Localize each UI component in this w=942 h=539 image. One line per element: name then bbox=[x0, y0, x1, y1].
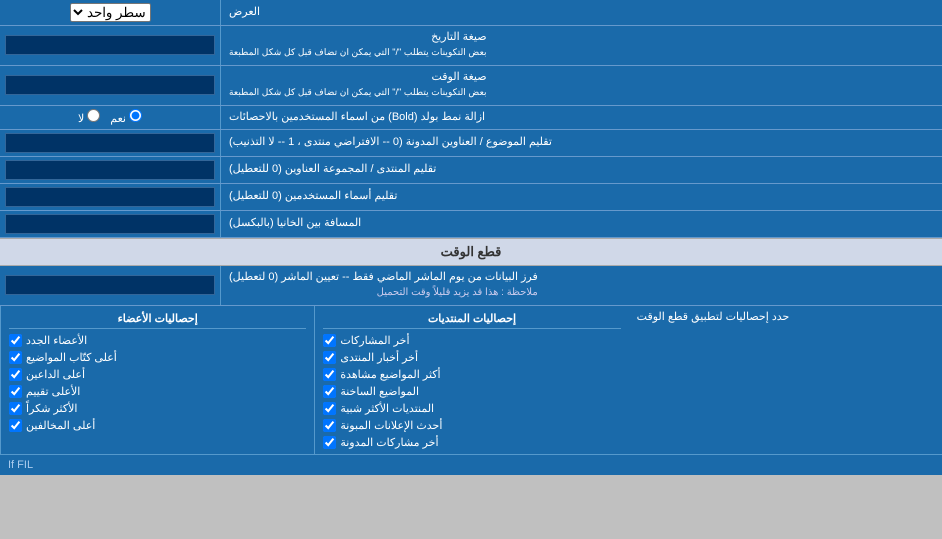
checkbox-latest-announcements[interactable] bbox=[323, 419, 336, 432]
spacing-label: المسافة بين الخانيا (بالبكسل) bbox=[220, 211, 942, 237]
checkbox-top-violations: أعلى المخالفين bbox=[9, 417, 306, 434]
row-users: تقليم أسماء المستخدمين (0 للتعطيل) 0 bbox=[0, 184, 942, 211]
member-stats-col: إحصاليات الأعضاء الأعضاء الجدد أعلى كتّا… bbox=[0, 306, 314, 454]
time-format-input[interactable]: H:i bbox=[5, 75, 215, 95]
topics-input[interactable]: 33 bbox=[5, 133, 215, 153]
cutoff-input[interactable]: 0 bbox=[5, 275, 215, 295]
display-label: العرض bbox=[220, 0, 942, 25]
checkbox-item-6: أحدث الإعلانات المبونة bbox=[323, 417, 620, 434]
forum-stats-header: إحصاليات المنتديات bbox=[323, 309, 620, 329]
checkbox-item-3: أكثر المواضيع مشاهدة bbox=[323, 366, 620, 383]
cutoff-label: فرز البيانات من يوم الماشر الماضي فقط --… bbox=[220, 266, 942, 305]
checkbox-top-writers: أعلى كتّاب المواضيع bbox=[9, 349, 306, 366]
forum-input-cell: 33 bbox=[0, 157, 220, 183]
checkbox-blog-posts[interactable] bbox=[323, 436, 336, 449]
cutoff-input-cell: 0 bbox=[0, 266, 220, 305]
row-cutoff: فرز البيانات من يوم الماشر الماضي فقط --… bbox=[0, 266, 942, 306]
checkbox-hot-topics[interactable] bbox=[323, 385, 336, 398]
member-stats-header: إحصاليات الأعضاء bbox=[9, 309, 306, 329]
checkbox-item-5: المنتديات الأكثر شبية bbox=[323, 400, 620, 417]
bold-radio-cell: نعم لا bbox=[0, 106, 220, 129]
checkbox-popular-forums[interactable] bbox=[323, 402, 336, 415]
forum-input[interactable]: 33 bbox=[5, 160, 215, 180]
footer: If FIL bbox=[0, 455, 942, 475]
spacing-input-cell: 2 bbox=[0, 211, 220, 237]
row-time-format: صيغة الوقتبعض التكوينات يتطلب "/" التي ي… bbox=[0, 66, 942, 106]
checkbox-top-writers-cb[interactable] bbox=[9, 351, 22, 364]
cutoff-section-header: قطع الوقت bbox=[0, 238, 942, 266]
time-format-input-cell: H:i bbox=[0, 66, 220, 105]
checkbox-new-members: الأعضاء الجدد bbox=[9, 332, 306, 349]
bold-radio-yes-label: نعم bbox=[110, 109, 142, 125]
row-date-format: صيغة التاريخبعض التكوينات يتطلب "/" التي… bbox=[0, 26, 942, 66]
users-input-cell: 0 bbox=[0, 184, 220, 210]
checkbox-most-viewed[interactable] bbox=[323, 368, 336, 381]
checkbox-item-2: أخر أخبار المنتدى bbox=[323, 349, 620, 366]
display-input-cell: سطر واحد bbox=[0, 0, 220, 25]
row-display: العرض سطر واحد bbox=[0, 0, 942, 26]
main-container: العرض سطر واحد صيغة التاريخبعض التكوينات… bbox=[0, 0, 942, 475]
date-format-input-cell: d-m bbox=[0, 26, 220, 65]
forum-stats-col: إحصاليات المنتديات أخر المشاركات أخر أخب… bbox=[314, 306, 628, 454]
row-bold: ازالة نمط بولد (Bold) من اسماء المستخدمي… bbox=[0, 106, 942, 130]
row-spacing: المسافة بين الخانيا (بالبكسل) 2 bbox=[0, 211, 942, 238]
checkbox-top-violations-cb[interactable] bbox=[9, 419, 22, 432]
limit-label: حدد إحصاليات لتطبيق قطع الوقت bbox=[629, 306, 942, 454]
users-input[interactable]: 0 bbox=[5, 187, 215, 207]
time-format-label: صيغة الوقتبعض التكوينات يتطلب "/" التي ي… bbox=[220, 66, 942, 105]
topics-input-cell: 33 bbox=[0, 130, 220, 156]
checkbox-most-thanks-cb[interactable] bbox=[9, 402, 22, 415]
checkbox-item-1: أخر المشاركات bbox=[323, 332, 620, 349]
checkboxes-area: حدد إحصاليات لتطبيق قطع الوقت إحصاليات ا… bbox=[0, 306, 942, 455]
date-format-input[interactable]: d-m bbox=[5, 35, 215, 55]
checkbox-last-posts[interactable] bbox=[323, 334, 336, 347]
users-label: تقليم أسماء المستخدمين (0 للتعطيل) bbox=[220, 184, 942, 210]
checkbox-top-inviters: أعلى الداعين bbox=[9, 366, 306, 383]
checkbox-new-members-cb[interactable] bbox=[9, 334, 22, 347]
checkbox-most-thanks: الأكثر شكراً bbox=[9, 400, 306, 417]
spacing-input[interactable]: 2 bbox=[5, 214, 215, 234]
topics-label: تقليم الموضوع / العناوين المدونة (0 -- ا… bbox=[220, 130, 942, 156]
forum-label: تقليم المنتدى / المجموعة العناوين (0 للت… bbox=[220, 157, 942, 183]
checkbox-top-rated: الأعلى تقييم bbox=[9, 383, 306, 400]
bold-radio-yes[interactable] bbox=[129, 109, 142, 122]
checkbox-top-inviters-cb[interactable] bbox=[9, 368, 22, 381]
row-topics: تقليم الموضوع / العناوين المدونة (0 -- ا… bbox=[0, 130, 942, 157]
bold-radio-no[interactable] bbox=[87, 109, 100, 122]
checkbox-top-rated-cb[interactable] bbox=[9, 385, 22, 398]
bold-radio-no-label: لا bbox=[78, 109, 100, 125]
checkbox-forum-news[interactable] bbox=[323, 351, 336, 364]
row-forum: تقليم المنتدى / المجموعة العناوين (0 للت… bbox=[0, 157, 942, 184]
checkbox-item-4: المواضيع الساخنة bbox=[323, 383, 620, 400]
bold-label: ازالة نمط بولد (Bold) من اسماء المستخدمي… bbox=[220, 106, 942, 129]
date-format-label: صيغة التاريخبعض التكوينات يتطلب "/" التي… bbox=[220, 26, 942, 65]
checkbox-item-7: أخر مشاركات المدونة bbox=[323, 434, 620, 451]
display-select[interactable]: سطر واحد bbox=[70, 3, 151, 22]
